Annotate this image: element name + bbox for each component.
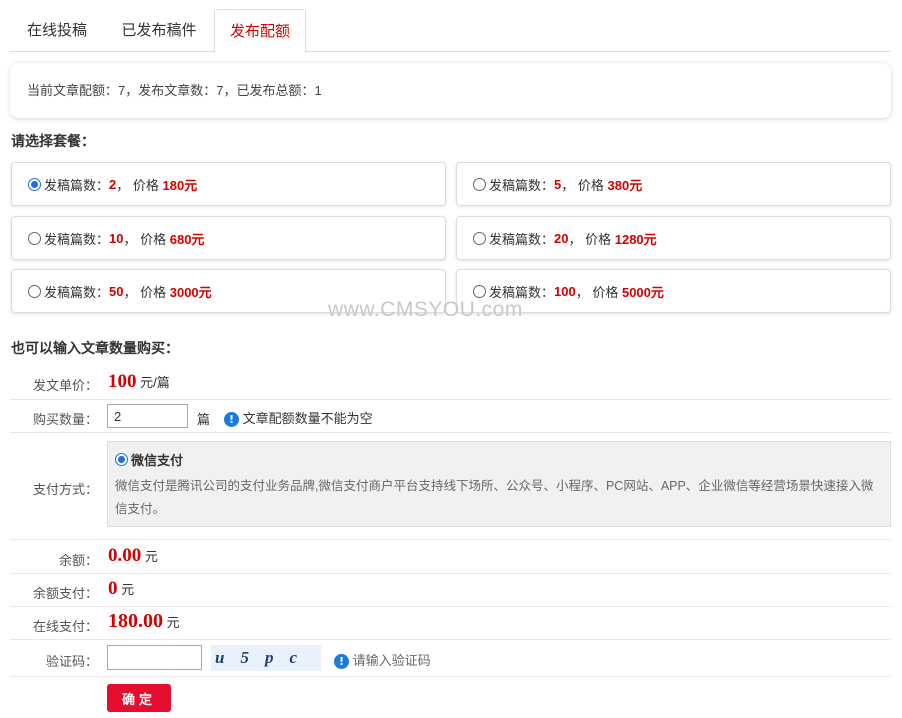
radio-unselected[interactable] (473, 231, 486, 245)
package-price: 3000元 (169, 284, 212, 300)
package-price-label: ， 价格 (575, 284, 619, 300)
balance-pay-currency: 元 (121, 582, 135, 597)
package-price: 680元 (169, 231, 205, 247)
radio-unselected[interactable] (473, 177, 486, 191)
package-count: 10 (109, 230, 124, 246)
balance-pay-value: 0 (108, 578, 118, 599)
payment-description: 微信支付是腾讯公司的支付业务品牌,微信支付商户平台支持线下场所、公众号、小程序、… (115, 479, 874, 516)
balance-pay-row: 余额支付： 0 元 (10, 574, 891, 607)
package-price-label: ， 价格 (123, 231, 167, 247)
unit-price-row: 发文单价： 100 元/篇 (10, 366, 891, 400)
unit-price-label: 发文单价： (32, 378, 98, 393)
captcha-hint: ! 请输入验证码 (334, 650, 431, 670)
package-count: 2 (109, 176, 117, 192)
package-count-label: 发稿篇数： (44, 177, 110, 193)
quota-summary: 当前文章配额：7，发布文章数：7，已发布总额：1 (10, 63, 891, 118)
online-pay-label: 在线支付： (32, 619, 98, 634)
radio-unselected[interactable] (473, 284, 486, 298)
package-option[interactable]: 发稿篇数： 5 ， 价格 380元 (456, 162, 891, 206)
payment-row: 支付方式： 微信支付 微信支付是腾讯公司的支付业务品牌,微信支付商户平台支持线下… (10, 433, 891, 540)
package-option[interactable]: 发稿篇数： 2 ， 价格 180元 (11, 162, 446, 206)
package-price-label: ， 价格 (116, 177, 159, 193)
quantity-unit: 篇 (197, 412, 211, 427)
package-count: 20 (554, 230, 569, 246)
online-pay-row: 在线支付： 180.00 元 (10, 607, 891, 640)
tab-published[interactable]: 已发布稿件 (107, 9, 211, 52)
captcha-input[interactable] (107, 645, 202, 670)
balance-label: 余额： (58, 553, 98, 568)
quantity-hint-text: 文章配额数量不能为空 (242, 411, 373, 426)
payment-method-box: 微信支付 微信支付是腾讯公司的支付业务品牌,微信支付商户平台支持线下场所、公众号… (107, 441, 891, 527)
captcha-image[interactable]: u5pc (211, 645, 321, 671)
package-option[interactable]: 发稿篇数： 10 ， 价格 680元 (11, 216, 446, 260)
balance-pay: 0 元 (108, 578, 134, 600)
online-pay: 180.00 元 (108, 610, 180, 633)
radio-selected[interactable] (28, 177, 41, 191)
captcha-row: 验证码： u5pc ! 请输入验证码 (10, 640, 891, 677)
package-count-label: 发稿篇数： (489, 177, 555, 193)
balance: 0.00 元 (108, 545, 158, 567)
package-price: 1280元 (614, 231, 657, 247)
info-icon: ! (334, 654, 349, 670)
payment-option-wechat[interactable]: 微信支付 (115, 450, 183, 469)
package-price: 5000元 (621, 284, 664, 300)
payment-label: 支付方式： (32, 482, 98, 497)
balance-currency: 元 (144, 549, 158, 564)
online-pay-value: 180.00 (108, 610, 163, 632)
balance-value: 0.00 (108, 545, 142, 566)
package-price: 380元 (607, 177, 643, 193)
quantity-input[interactable] (107, 404, 188, 428)
payment-option-label: 微信支付 (131, 453, 184, 468)
package-count-label: 发稿篇数： (44, 284, 110, 300)
package-count-label: 发稿篇数： (489, 231, 555, 247)
online-pay-currency: 元 (166, 615, 180, 630)
package-count: 50 (109, 283, 124, 299)
radio-selected[interactable] (115, 453, 128, 466)
unit-price-unit: 元/篇 (140, 375, 170, 390)
package-count: 5 (554, 176, 562, 192)
package-price-label: ， 价格 (561, 177, 604, 193)
submit-button[interactable]: 确定 (107, 684, 171, 712)
package-title: 请选择套餐： (11, 133, 95, 149)
radio-unselected[interactable] (28, 231, 41, 245)
package-price: 180元 (162, 177, 198, 193)
radio-unselected[interactable] (28, 284, 41, 298)
quantity-row: 购买数量： 篇 ! 文章配额数量不能为空 (10, 400, 891, 433)
quantity-hint: ! 文章配额数量不能为空 (224, 408, 373, 428)
info-icon: ! (224, 412, 239, 428)
package-count-label: 发稿篇数： (44, 231, 110, 247)
captcha-label: 验证码： (45, 654, 98, 669)
package-price-label: ， 价格 (123, 284, 167, 300)
package-price-label: ， 价格 (568, 231, 612, 247)
tab-online-submit[interactable]: 在线投稿 (10, 9, 104, 52)
tab-bar: 在线投稿 已发布稿件 发布配额 (10, 9, 891, 53)
package-count: 100 (554, 283, 576, 299)
watermark: www.CMSYOU.com (328, 298, 523, 321)
quantity-label: 购买数量： (32, 412, 98, 427)
package-option[interactable]: 发稿篇数： 20 ， 价格 1280元 (456, 216, 891, 260)
unit-price: 100 元/篇 (108, 371, 170, 393)
unit-price-value: 100 (108, 371, 137, 392)
balance-pay-label: 余额支付： (32, 586, 98, 601)
custom-purchase-title: 也可以输入文章数量购买： (11, 340, 179, 356)
captcha-hint-text: 请输入验证码 (352, 653, 431, 668)
tab-quota[interactable]: 发布配额 (214, 9, 306, 53)
balance-row: 余额： 0.00 元 (10, 540, 891, 574)
